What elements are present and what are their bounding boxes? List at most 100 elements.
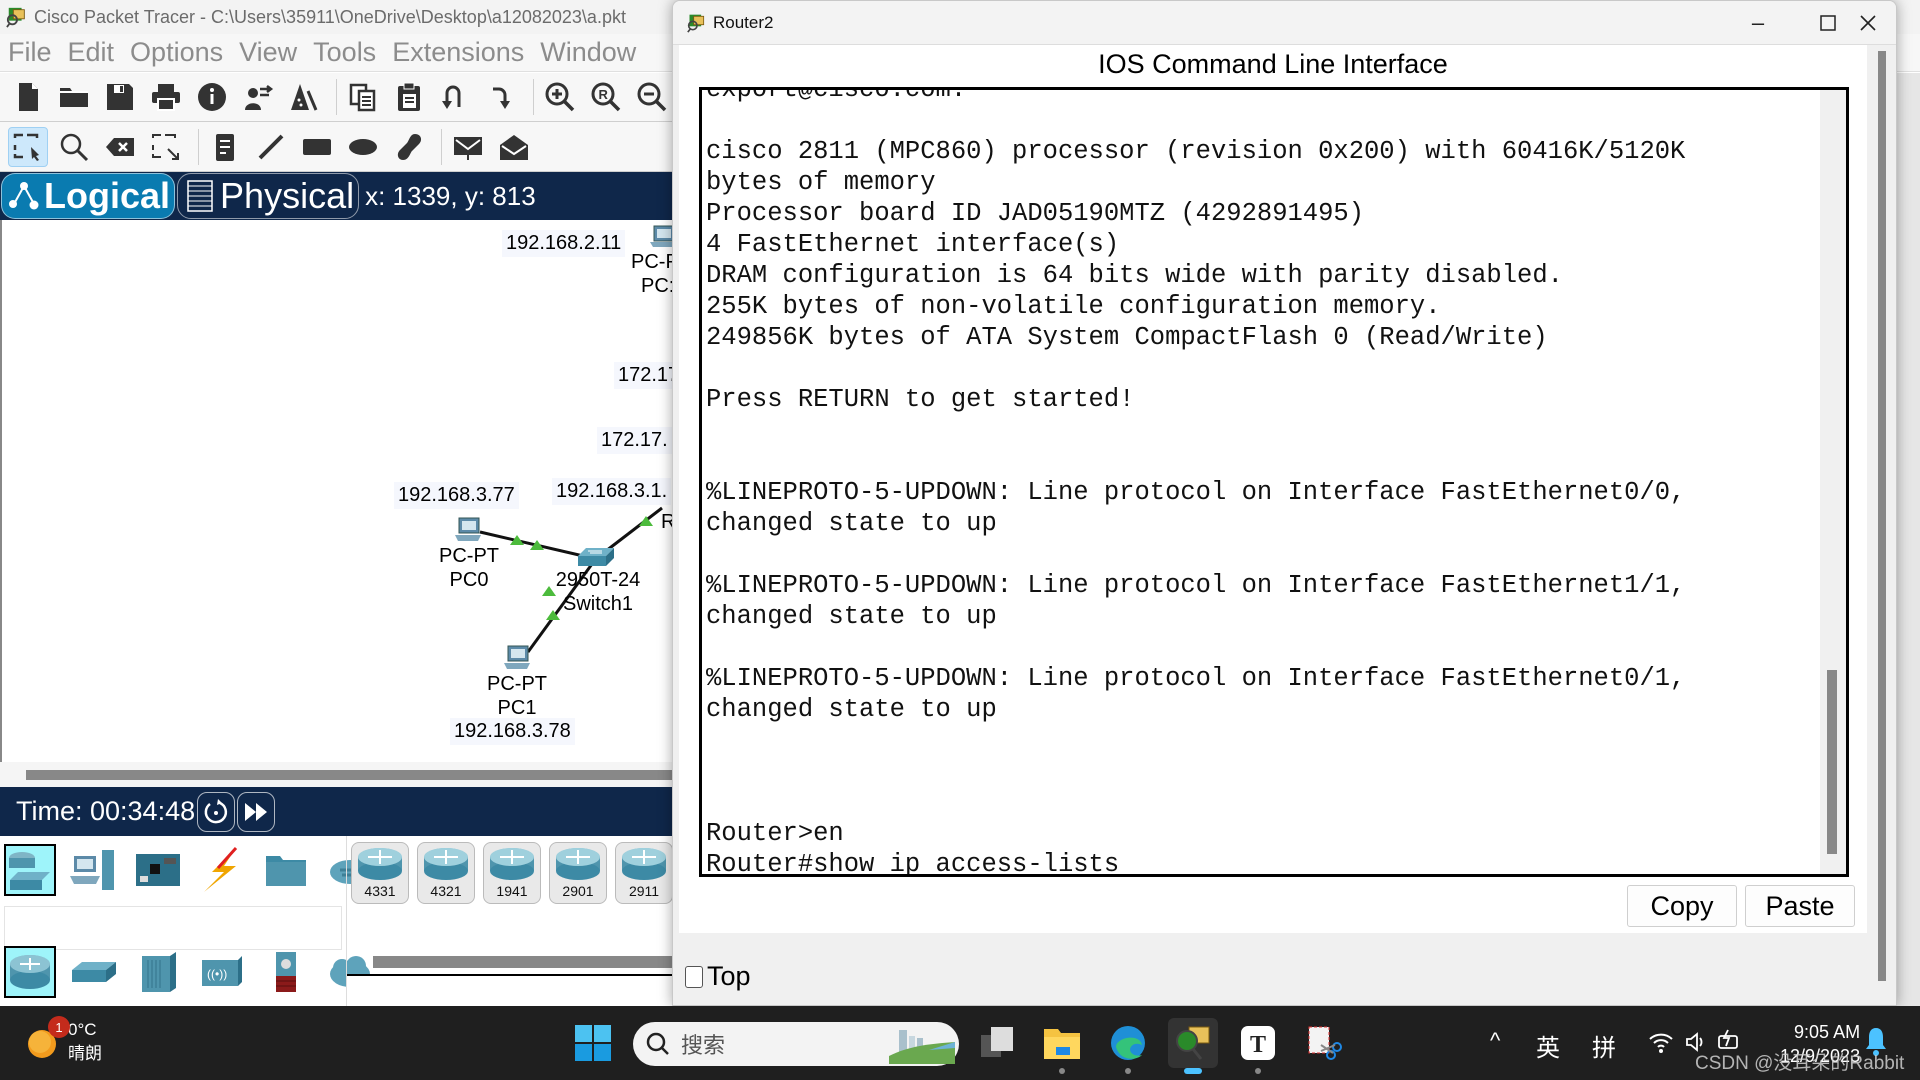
models-scrollbar[interactable] xyxy=(373,956,673,968)
physical-tab[interactable]: Physical xyxy=(177,173,360,219)
tray-overflow-chevron[interactable]: ^ xyxy=(1490,1028,1500,1054)
zoom-reset-button[interactable]: R xyxy=(586,77,626,117)
file-explorer-button[interactable] xyxy=(1037,1018,1087,1074)
complex-pdu-button[interactable] xyxy=(494,127,534,167)
ime-mode-indicator[interactable]: 拼 xyxy=(1592,1028,1616,1063)
device-description-box xyxy=(347,974,673,1006)
zoom-out-button[interactable] xyxy=(632,77,672,117)
top-checkbox[interactable] xyxy=(685,965,703,988)
open-button[interactable] xyxy=(54,77,94,117)
logical-tab[interactable]: Logical xyxy=(1,173,176,219)
menu-extensions[interactable]: Extensions xyxy=(392,37,524,68)
copy-button[interactable] xyxy=(343,77,383,117)
subcategory-routers[interactable] xyxy=(4,946,56,998)
taskbar-search[interactable]: 搜索 xyxy=(633,1022,959,1066)
fast-forward-button[interactable] xyxy=(237,791,276,832)
always-on-top-option[interactable]: Top xyxy=(685,961,751,992)
copy-icon xyxy=(349,83,376,112)
cli-scrollbar[interactable] xyxy=(1820,90,1846,874)
menu-tools[interactable]: Tools xyxy=(313,37,376,68)
logical-workspace-canvas[interactable]: 192.168.2.11 PC-P PC: 172.17 172.17. 192… xyxy=(0,220,672,762)
snipping-tool-button[interactable] xyxy=(1298,1018,1348,1068)
inspect-tool-button[interactable] xyxy=(54,127,94,167)
save-icon xyxy=(107,84,133,110)
select-tool-button[interactable] xyxy=(8,126,48,167)
router-window-scrollbar[interactable] xyxy=(1878,51,1886,981)
menu-options[interactable]: Options xyxy=(130,37,223,68)
svg-text:((•)): ((•)) xyxy=(207,967,227,981)
packet-tracer-taskbar-button[interactable] xyxy=(1168,1018,1218,1074)
category-miscellaneous[interactable] xyxy=(260,844,312,896)
minimize-button[interactable]: – xyxy=(1723,1,1793,45)
pc1-device-icon[interactable] xyxy=(502,644,532,672)
network-devices-icon xyxy=(9,852,50,890)
network-wizard-button[interactable] xyxy=(238,77,278,117)
typora-button[interactable]: T xyxy=(1233,1018,1283,1074)
model-tile-4331[interactable]: 4331 xyxy=(351,842,409,904)
line-tool-button[interactable] xyxy=(251,127,291,167)
start-button[interactable] xyxy=(568,1018,618,1068)
note-tool-button[interactable] xyxy=(205,127,245,167)
device-type-label: 2950T-24 xyxy=(555,569,641,591)
cli-line: bytes of memory xyxy=(706,168,936,197)
subcategory-wireless[interactable]: ((•)) xyxy=(196,946,248,998)
pc-device-icon[interactable] xyxy=(650,224,672,250)
edge-browser-button[interactable] xyxy=(1103,1018,1153,1074)
copy-button[interactable]: Copy xyxy=(1627,885,1737,927)
running-indicator xyxy=(1059,1068,1065,1074)
cli-line xyxy=(706,756,1816,787)
model-tile-4321[interactable]: 4321 xyxy=(417,842,475,904)
windows-start-icon xyxy=(575,1025,611,1061)
paste-button[interactable]: Paste xyxy=(1745,885,1855,927)
cli-scrollbar-thumb[interactable] xyxy=(1827,670,1837,854)
subcategory-hubs[interactable] xyxy=(132,946,184,998)
freeform-tool-button[interactable] xyxy=(389,127,429,167)
wifi-icon[interactable] xyxy=(1648,1030,1674,1054)
category-connections[interactable] xyxy=(196,844,248,896)
close-button[interactable] xyxy=(1833,1,1896,45)
switch1-label: 2950T-24 Switch1 xyxy=(552,568,644,616)
canvas-scrollbar-thumb[interactable] xyxy=(26,770,672,780)
device-name-label: PC0 xyxy=(449,569,489,591)
ellipse-tool-button[interactable] xyxy=(343,127,383,167)
menu-view[interactable]: View xyxy=(239,37,297,68)
new-file-icon xyxy=(19,83,38,111)
menu-edit[interactable]: Edit xyxy=(68,37,115,68)
subcategory-security[interactable] xyxy=(260,946,312,998)
router-window-title-bar[interactable]: Router2 – xyxy=(673,1,1896,45)
subcategory-switches[interactable] xyxy=(68,946,120,998)
cursor-coordinates: x: 1339, y: 813 xyxy=(365,180,536,211)
task-view-button[interactable] xyxy=(972,1018,1022,1068)
power-cycle-button[interactable] xyxy=(197,791,236,832)
cli-output[interactable]: export@cisco.com. cisco 2811 (MPC860) pr… xyxy=(706,90,1816,874)
ime-language-indicator[interactable]: 英 xyxy=(1536,1028,1560,1063)
menu-file[interactable]: File xyxy=(8,37,52,68)
save-button[interactable] xyxy=(100,77,140,117)
category-components[interactable] xyxy=(132,844,184,896)
category-network-devices[interactable] xyxy=(4,844,56,896)
model-tile-1941[interactable]: 1941 xyxy=(483,842,541,904)
resize-shape-tool-button[interactable] xyxy=(146,127,186,167)
logical-tab-label: Logical xyxy=(44,175,171,216)
redo-button[interactable] xyxy=(481,77,521,117)
delete-tool-button[interactable] xyxy=(100,127,140,167)
category-end-devices[interactable] xyxy=(68,844,120,896)
activity-wizard-button[interactable] xyxy=(284,77,324,117)
zoom-in-button[interactable] xyxy=(540,77,580,117)
model-tile-2901[interactable]: 2901 xyxy=(549,842,607,904)
menu-window[interactable]: Window xyxy=(540,37,636,68)
switch1-device-icon[interactable] xyxy=(576,546,616,570)
print-button[interactable] xyxy=(146,77,186,117)
info-button[interactable] xyxy=(192,77,232,117)
typora-icon: T xyxy=(1241,1026,1275,1060)
paste-button-toolbar[interactable] xyxy=(389,77,429,117)
cli-terminal[interactable]: export@cisco.com. cisco 2811 (MPC860) pr… xyxy=(699,87,1849,877)
model-tile-2911[interactable]: 2911 xyxy=(615,842,673,904)
new-file-button[interactable] xyxy=(8,77,48,117)
undo-button[interactable] xyxy=(435,77,475,117)
weather-widget[interactable]: 1 0°C 晴朗 xyxy=(26,1016,102,1066)
simple-pdu-button[interactable] xyxy=(448,127,488,167)
zoom-reset-icon: R xyxy=(591,82,621,112)
pc0-device-icon[interactable] xyxy=(453,516,483,544)
rectangle-tool-button[interactable] xyxy=(297,127,337,167)
